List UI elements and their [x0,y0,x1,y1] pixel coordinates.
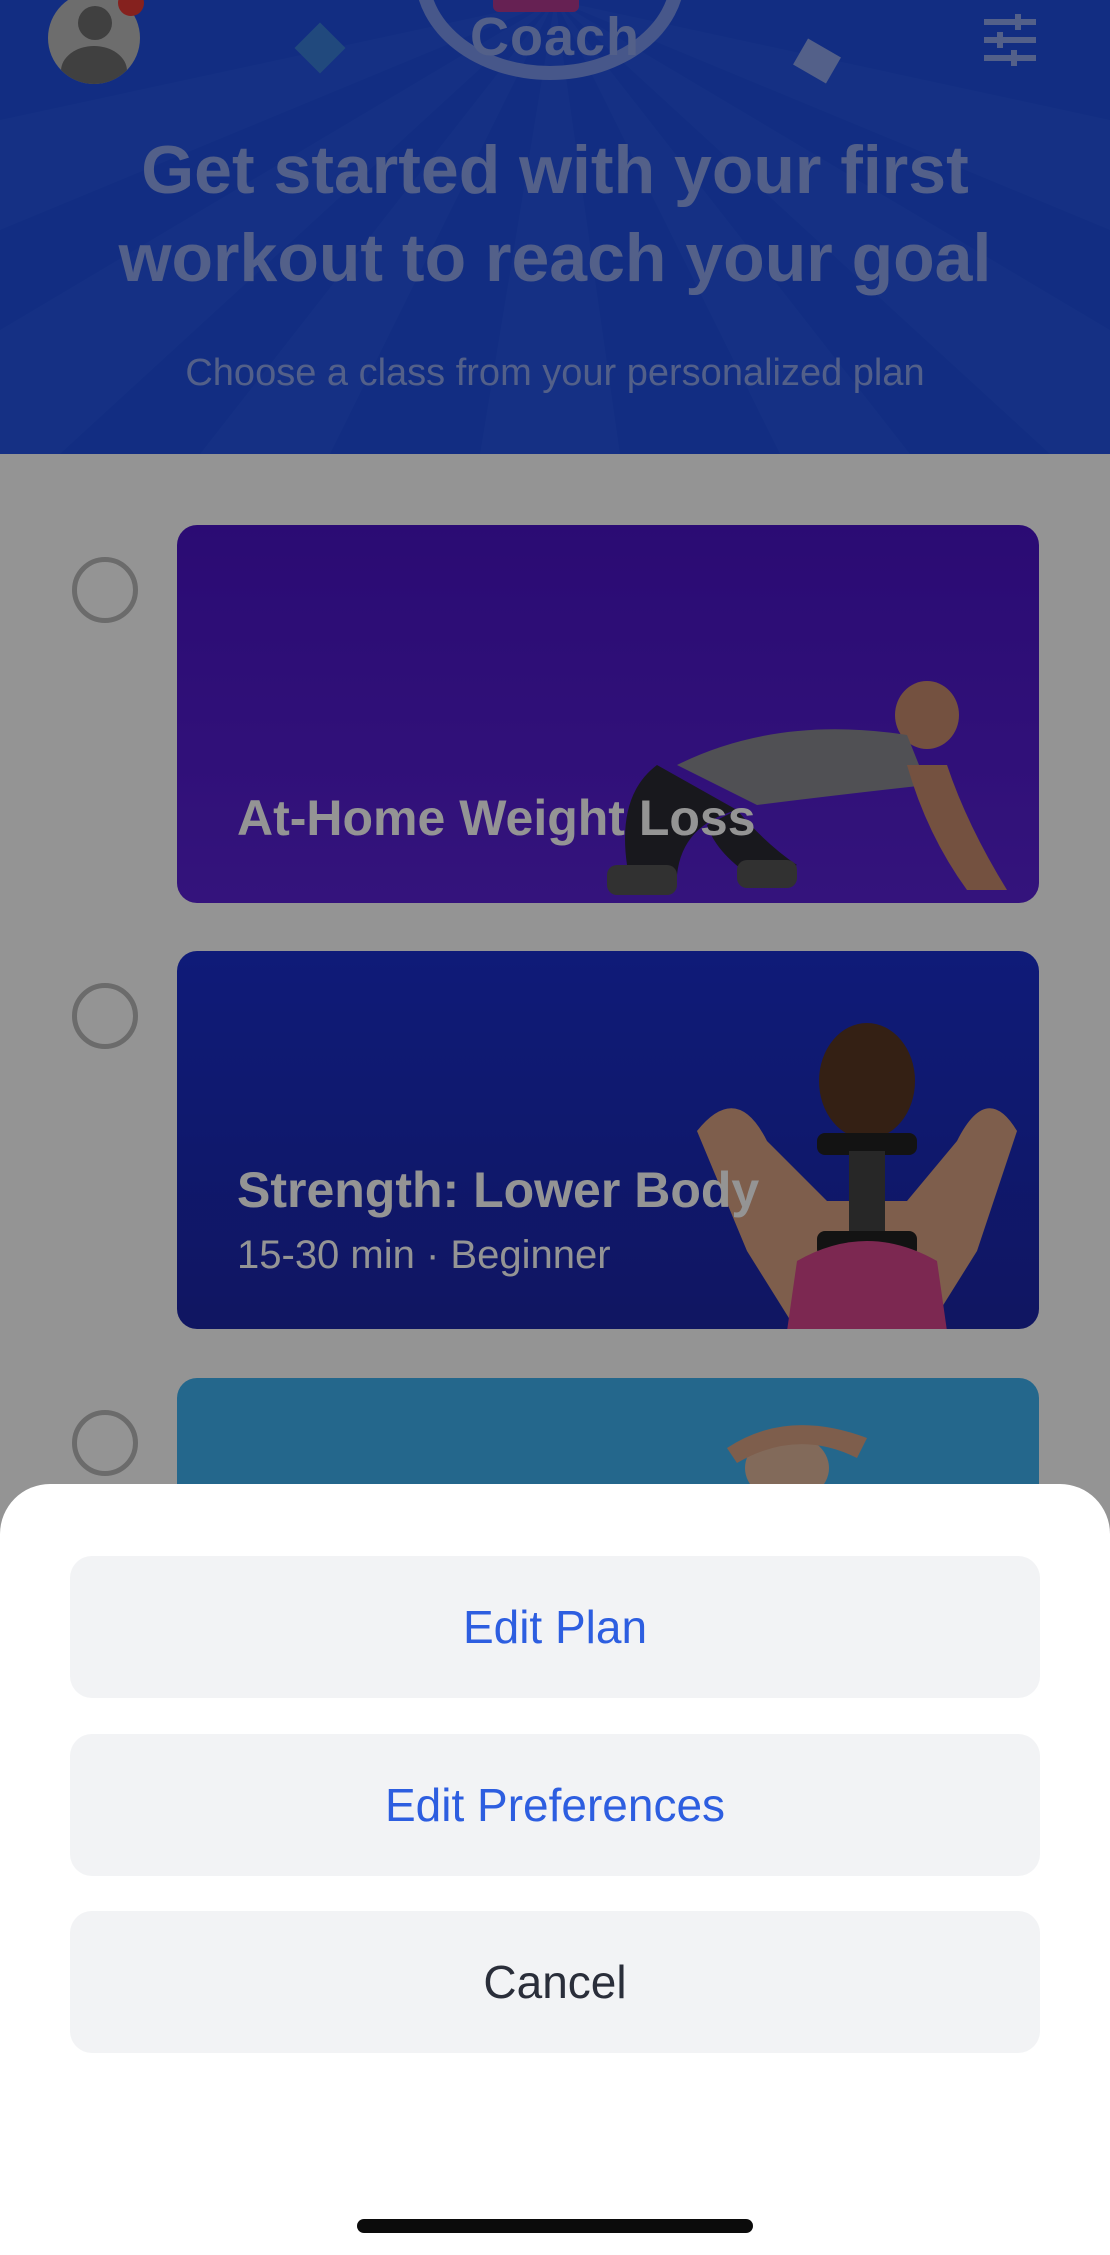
cancel-button[interactable]: Cancel [70,1911,1040,2053]
edit-preferences-button[interactable]: Edit Preferences [70,1734,1040,1876]
home-indicator[interactable] [357,2219,753,2233]
edit-plan-button[interactable]: Edit Plan [70,1556,1040,1698]
